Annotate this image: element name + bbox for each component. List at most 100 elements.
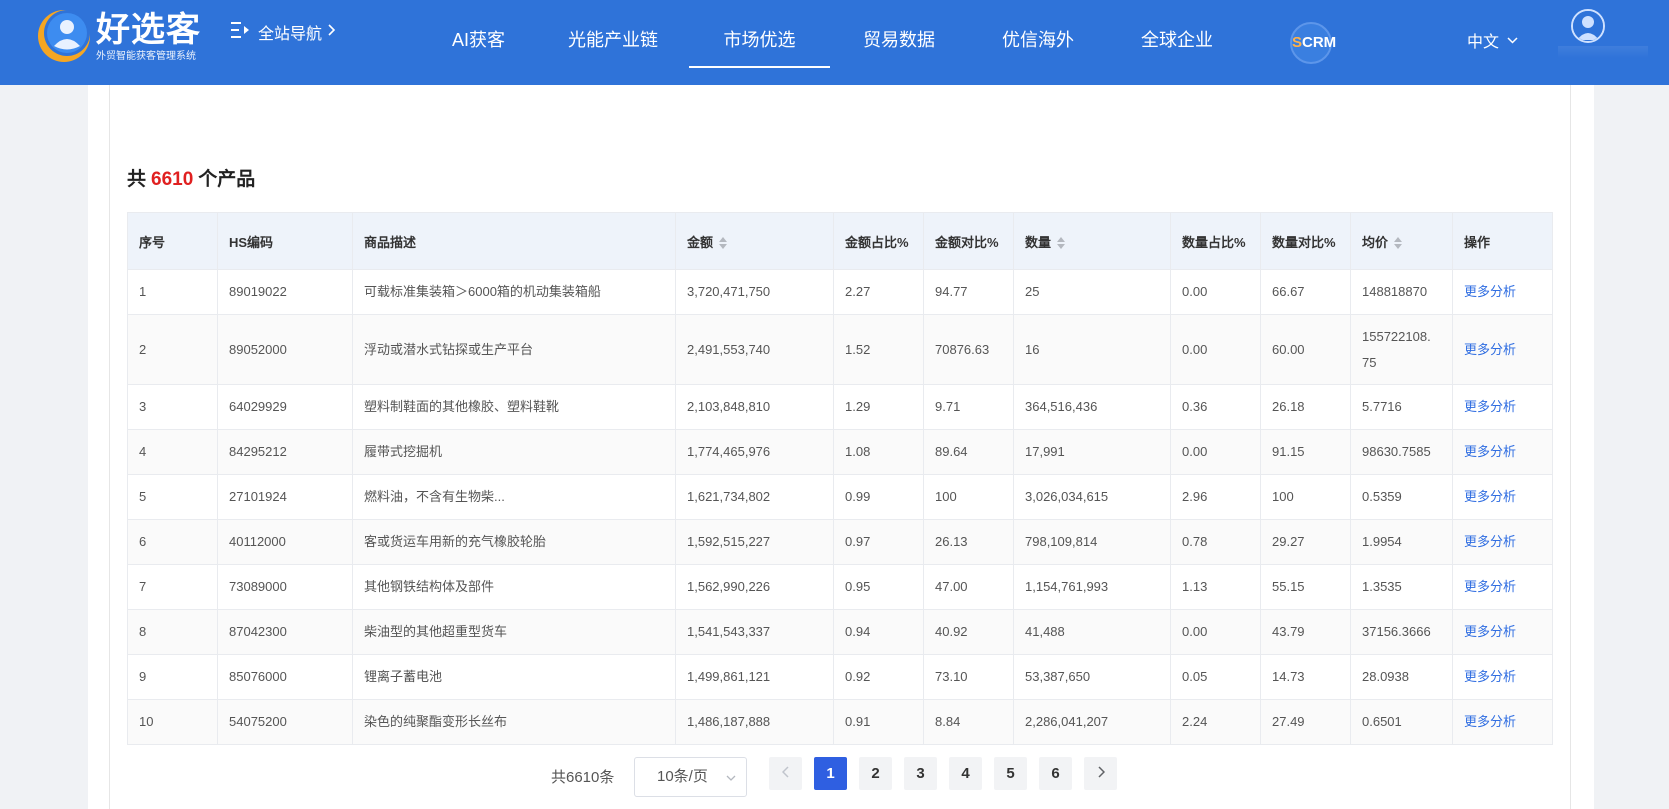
product-count-summary: 共 6610 个产品 [127, 164, 255, 191]
col-header-hs: HS编码 [217, 212, 353, 270]
more-analysis-link[interactable]: 更多分析 [1464, 342, 1516, 357]
cell-qty: 16 [1013, 314, 1171, 385]
table-row: 9 85076000 锂离子蓄电池 1,499,861,121 0.92 73.… [127, 654, 1553, 700]
cell-qty-pct: 0.00 [1170, 429, 1261, 475]
cell-hs: 87042300 [217, 609, 353, 655]
col-header-action: 操作 [1452, 212, 1553, 270]
page-size-value: 10条/页 [657, 768, 708, 785]
cell-amount-cmp: 73.10 [923, 654, 1014, 700]
cell-amount-cmp: 40.92 [923, 609, 1014, 655]
cell-amount: 1,592,515,227 [675, 519, 834, 565]
cell-avg: 155722108. 75 [1350, 314, 1453, 385]
cell-hs: 40112000 [217, 519, 353, 565]
site-nav-label: 全站导航 [258, 26, 323, 43]
nav-item-trade-data[interactable]: 贸易数据 [830, 0, 968, 85]
cell-qty-cmp: 29.27 [1260, 519, 1351, 565]
nav-item-youxin[interactable]: 优信海外 [968, 0, 1108, 85]
language-select[interactable]: 中文 [1467, 28, 1518, 52]
more-analysis-link[interactable]: 更多分析 [1464, 579, 1516, 594]
more-analysis-link[interactable]: 更多分析 [1464, 714, 1516, 729]
user-avatar-icon[interactable] [1571, 9, 1605, 43]
cell-desc: 锂离子蓄电池 [352, 654, 676, 700]
nav-item-ai[interactable]: AI获客 [420, 0, 537, 85]
scrm-button[interactable]: SCRM [1290, 22, 1336, 64]
cell-qty: 53,387,650 [1013, 654, 1171, 700]
cell-amount: 1,621,734,802 [675, 474, 834, 520]
cell-avg: 37156.3666 [1350, 609, 1453, 655]
table-row: 1 89019022 可载标准集装箱＞6000箱的机动集装箱船 3,720,47… [127, 269, 1553, 315]
more-analysis-link[interactable]: 更多分析 [1464, 624, 1516, 639]
col-header-qty-cmp: 数量对比% [1260, 212, 1351, 270]
page-size-select[interactable]: 10条/页 [634, 757, 747, 797]
cell-qty-pct: 1.13 [1170, 564, 1261, 610]
cell-avg: 98630.7585 [1350, 429, 1453, 475]
more-analysis-link[interactable]: 更多分析 [1464, 444, 1516, 459]
cell-amount: 1,562,990,226 [675, 564, 834, 610]
more-analysis-link[interactable]: 更多分析 [1464, 284, 1516, 299]
cell-desc: 客或货运车用新的充气橡胶轮胎 [352, 519, 676, 565]
cell-qty-cmp: 60.00 [1260, 314, 1351, 385]
cell-desc: 柴油型的其他超重型货车 [352, 609, 676, 655]
cell-no: 5 [127, 474, 218, 520]
cell-hs: 89019022 [217, 269, 353, 315]
cell-amount-cmp: 26.13 [923, 519, 1014, 565]
pagination: 共6610条 10条/页 1 2 3 4 5 6 [0, 757, 1669, 797]
more-analysis-link[interactable]: 更多分析 [1464, 534, 1516, 549]
cell-amount-cmp: 89.64 [923, 429, 1014, 475]
cell-avg-line1: 155722108. [1362, 328, 1431, 344]
cell-qty-pct: 0.00 [1170, 269, 1261, 315]
cell-no: 8 [127, 609, 218, 655]
col-header-qty-pct: 数量占比% [1170, 212, 1261, 270]
cell-qty-cmp: 27.49 [1260, 699, 1351, 745]
cell-qty: 17,991 [1013, 429, 1171, 475]
page-button[interactable]: 3 [904, 757, 937, 790]
cell-qty-pct: 0.05 [1170, 654, 1261, 700]
page-button[interactable]: 2 [859, 757, 892, 790]
sort-icon[interactable] [1394, 237, 1403, 250]
cell-amount: 3,720,471,750 [675, 269, 834, 315]
logo-icon [36, 8, 92, 64]
table-row: 10 54075200 染色的纯聚酯变形长丝布 1,486,187,888 0.… [127, 699, 1553, 745]
site-nav-button[interactable]: 全站导航 [230, 20, 336, 44]
sort-icon[interactable] [719, 237, 728, 250]
nav-item-market[interactable]: 市场优选 [689, 0, 830, 85]
more-analysis-link[interactable]: 更多分析 [1464, 399, 1516, 414]
more-analysis-link[interactable]: 更多分析 [1464, 489, 1516, 504]
cell-qty-pct: 0.00 [1170, 609, 1261, 655]
cell-amount: 1,499,861,121 [675, 654, 834, 700]
nav-item-pv-chain[interactable]: 光能产业链 [537, 0, 689, 85]
col-header-no: 序号 [127, 212, 218, 270]
cell-amount-cmp: 94.77 [923, 269, 1014, 315]
cell-amount-pct: 0.94 [833, 609, 924, 655]
chevron-right-icon [328, 23, 336, 41]
col-header-avg[interactable]: 均价 [1350, 212, 1453, 270]
cell-qty-cmp: 43.79 [1260, 609, 1351, 655]
sort-icon[interactable] [1057, 237, 1066, 250]
cell-avg: 1.9954 [1350, 519, 1453, 565]
logo[interactable]: 好选客 外贸智能获客管理系统 [36, 8, 201, 64]
prev-page-icon[interactable] [769, 757, 802, 790]
summary-prefix: 共 [127, 169, 147, 190]
more-analysis-link[interactable]: 更多分析 [1464, 669, 1516, 684]
table-row: 5 27101924 燃料油，不含有生物柴... 1,621,734,802 0… [127, 474, 1553, 520]
page-button[interactable]: 6 [1039, 757, 1072, 790]
cell-qty: 798,109,814 [1013, 519, 1171, 565]
col-header-qty[interactable]: 数量 [1013, 212, 1171, 270]
page-button[interactable]: 1 [814, 757, 847, 790]
table-row: 7 73089000 其他钢铁结构体及部件 1,562,990,226 0.95… [127, 564, 1553, 610]
table-row: 4 84295212 履带式挖掘机 1,774,465,976 1.08 89.… [127, 429, 1553, 475]
cell-qty-pct: 2.24 [1170, 699, 1261, 745]
pagination-total: 共6610条 [551, 769, 615, 786]
table-row: 2 89052000 浮动或潜水式钻探或生产平台 2,491,553,740 1… [127, 314, 1553, 385]
col-header-amount[interactable]: 金额 [675, 212, 834, 270]
cell-amount-pct: 0.92 [833, 654, 924, 700]
cell-amount-pct: 2.27 [833, 269, 924, 315]
page-button[interactable]: 4 [949, 757, 982, 790]
cell-qty: 3,026,034,615 [1013, 474, 1171, 520]
cell-hs: 89052000 [217, 314, 353, 385]
cell-hs: 54075200 [217, 699, 353, 745]
nav-item-global-enterprise[interactable]: 全球企业 [1108, 0, 1246, 85]
next-page-icon[interactable] [1084, 757, 1117, 790]
page-button[interactable]: 5 [994, 757, 1027, 790]
cell-avg: 5.7716 [1350, 384, 1453, 430]
